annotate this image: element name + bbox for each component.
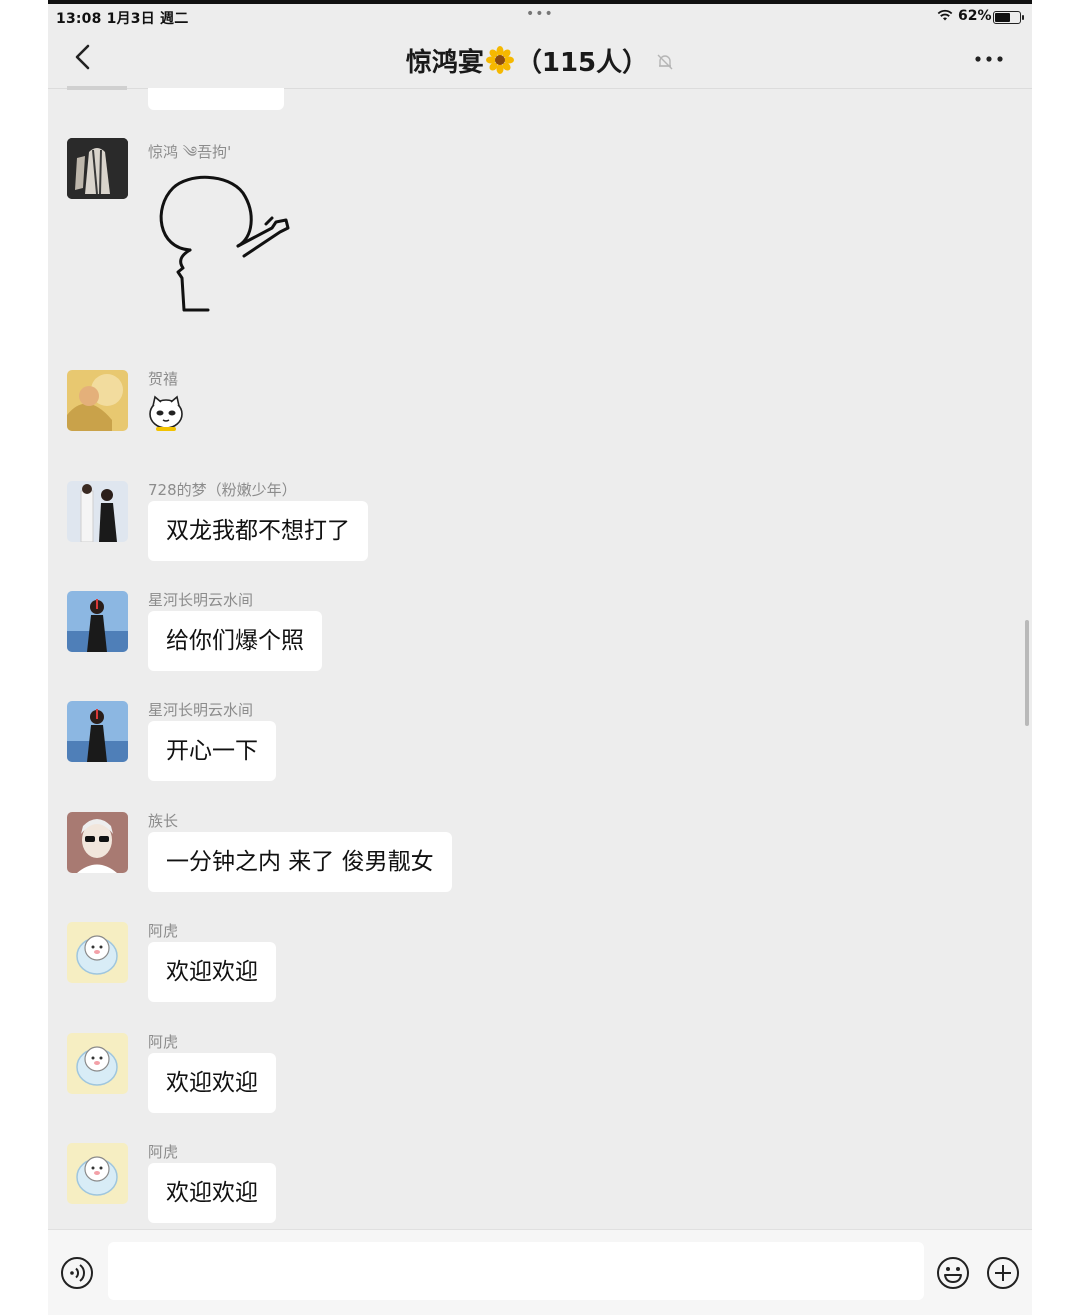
emoji-icon[interactable] <box>936 1256 970 1290</box>
mute-bell-icon <box>656 49 674 79</box>
message-bubble[interactable]: 欢迎欢迎 <box>148 1053 276 1113</box>
member-count: （115人） <box>515 48 649 78</box>
message-bubble[interactable]: 给你们爆个照 <box>148 611 322 671</box>
multitask-dots-icon[interactable]: ••• <box>526 6 554 22</box>
battery-icon <box>993 11 1021 24</box>
sender-name: 阿虎 <box>148 1143 179 1161</box>
wifi-icon <box>936 8 954 26</box>
more-dots-icon[interactable] <box>974 54 1004 64</box>
partial-avatar <box>67 86 127 90</box>
voice-icon[interactable] <box>60 1256 94 1290</box>
plus-icon[interactable] <box>986 1256 1020 1290</box>
chat-header: 惊鸿宴 （115人） <box>48 28 1032 89</box>
scrollbar[interactable] <box>1025 620 1029 726</box>
avatar[interactable] <box>67 370 128 431</box>
sender-name: 贺禧 <box>148 370 179 388</box>
avatar[interactable] <box>67 701 128 762</box>
sender-name: 星河长明云水间 <box>148 591 254 609</box>
sender-name: 阿虎 <box>148 1033 179 1051</box>
sender-name: 728的梦（粉嫩少年） <box>148 481 297 499</box>
message-bubble[interactable]: 欢迎欢迎 <box>148 942 276 1002</box>
line-drawing-sticker[interactable] <box>148 168 308 318</box>
message-bubble[interactable]: 开心一下 <box>148 721 276 781</box>
group-title[interactable]: 惊鸿宴 （115人） <box>48 42 1032 81</box>
avatar[interactable] <box>67 591 128 652</box>
battery-percent: 62% <box>958 8 992 24</box>
sender-name: 星河长明云水间 <box>148 701 254 719</box>
group-name: 惊鸿宴 <box>405 48 484 78</box>
battery-tip <box>1022 15 1024 20</box>
message-bubble[interactable]: 欢迎欢迎 <box>148 1163 276 1223</box>
avatar[interactable] <box>67 922 128 983</box>
avatar[interactable] <box>67 1143 128 1204</box>
message-bubble[interactable]: 一分钟之内 来了 俊男靓女 <box>148 832 452 892</box>
status-bar: 13:08 1月3日 週二 ••• 62% <box>48 4 1032 28</box>
flower-icon <box>485 46 514 81</box>
status-time-date: 13:08 1月3日 週二 <box>56 11 189 27</box>
avatar[interactable] <box>67 1033 128 1094</box>
message-input[interactable] <box>108 1242 924 1300</box>
message-bubble[interactable]: 双龙我都不想打了 <box>148 501 368 561</box>
avatar[interactable] <box>67 812 128 873</box>
avatar[interactable] <box>67 138 128 199</box>
sender-name: 阿虎 <box>148 922 179 940</box>
sender-name: 族长 <box>148 812 179 830</box>
partial-message-bubble[interactable] <box>148 88 284 110</box>
avatar[interactable] <box>67 481 128 542</box>
chat-screen: 13:08 1月3日 週二 ••• 62% 惊鸿宴 （115人） 惊鸿 ༄吾拘'… <box>48 0 1032 1315</box>
cat-face-icon[interactable] <box>148 394 184 432</box>
input-bar <box>48 1229 1032 1315</box>
